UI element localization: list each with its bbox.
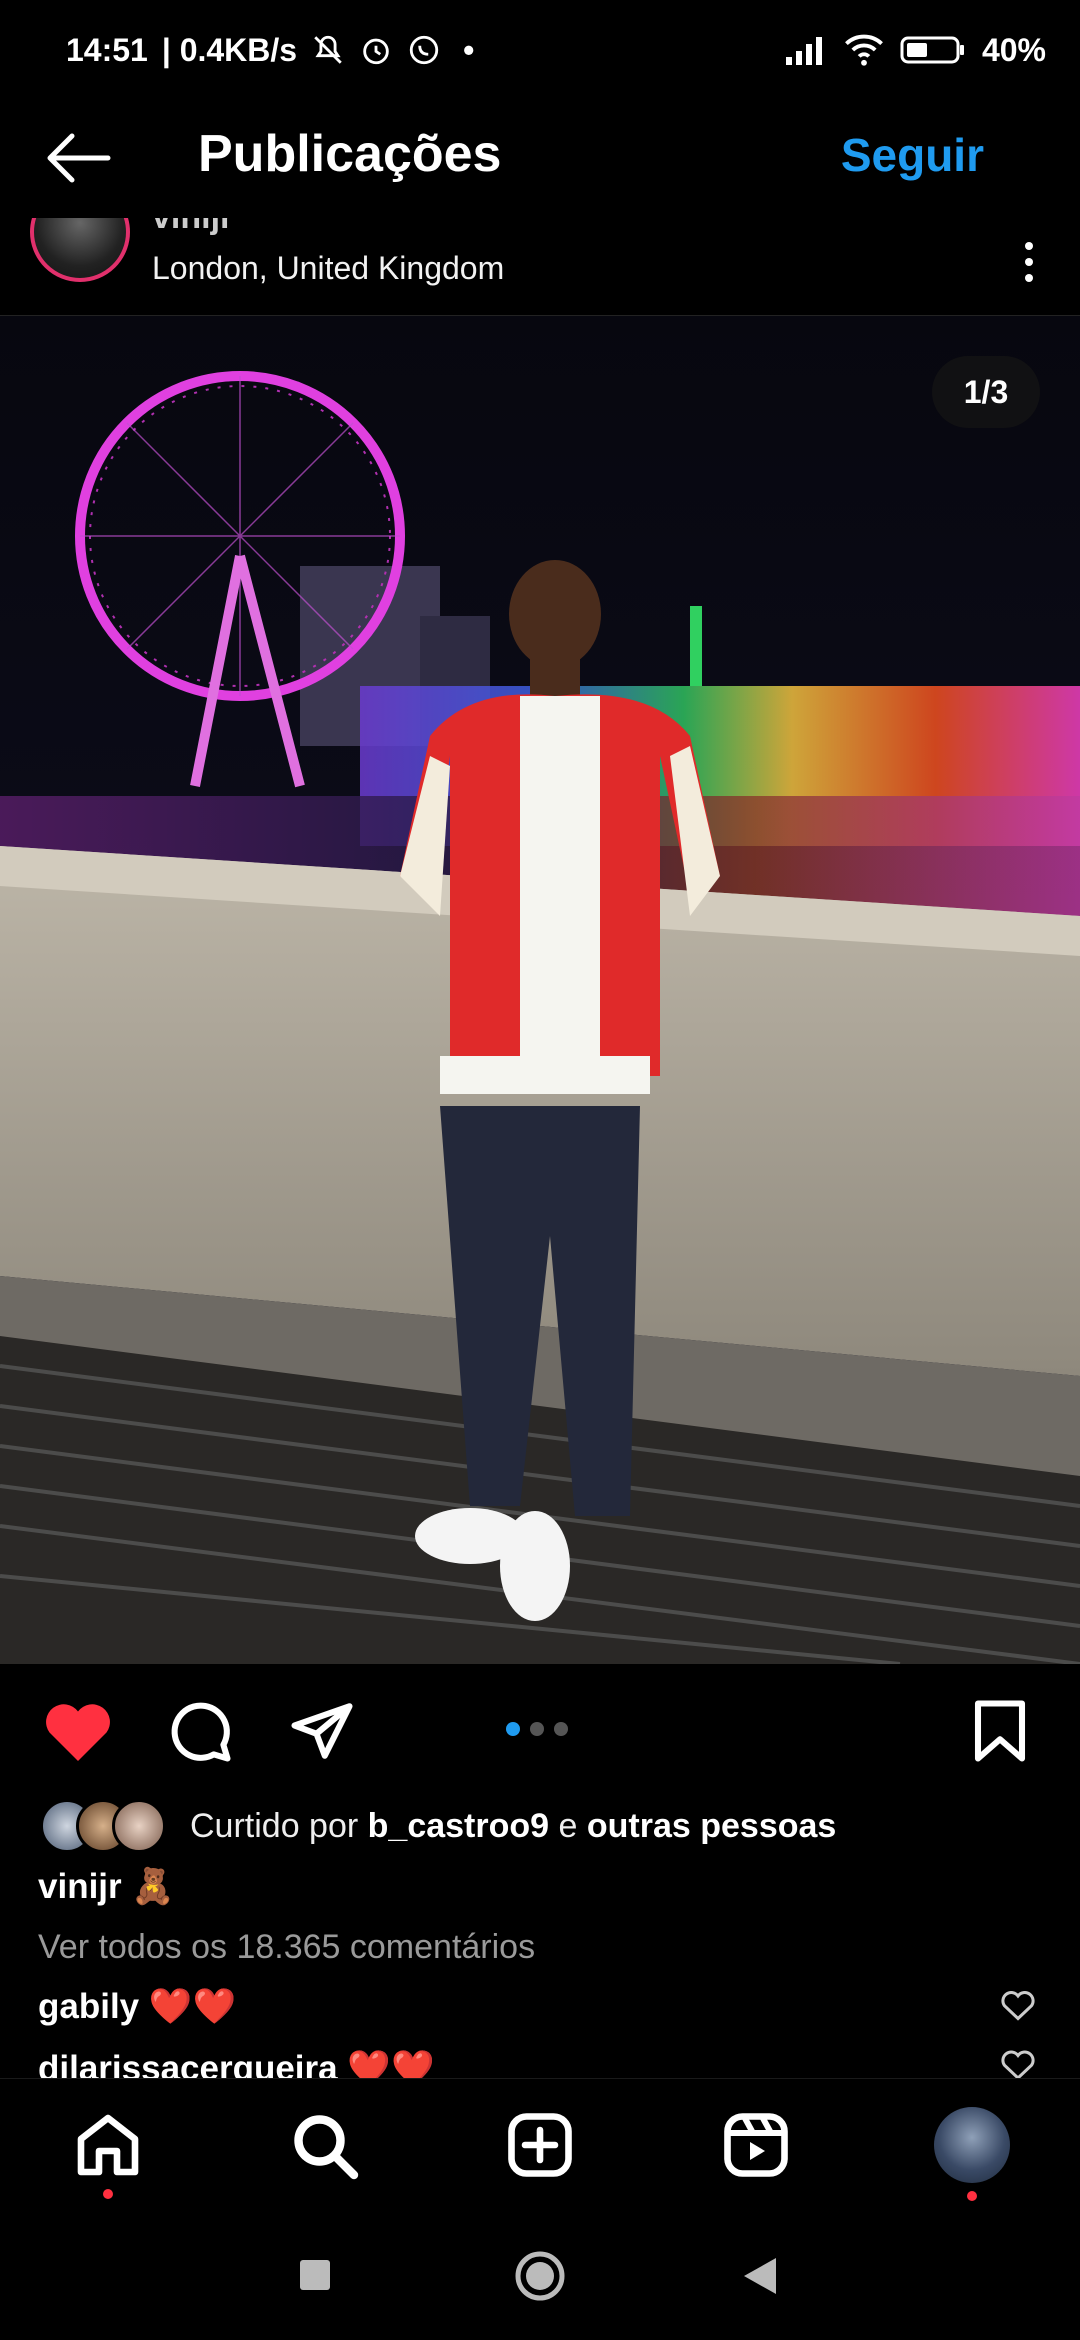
view-all-comments[interactable]: Ver todos os 18.365 comentários [38,1928,535,1967]
caption-username[interactable]: vinijr [38,1867,122,1906]
bookmark-icon[interactable] [970,1698,1030,1764]
home-notification-dot [103,2189,113,2199]
network-speed: | 0.4KB/s [161,31,298,68]
post-header: vinijr London, United Kingdom [0,218,1080,316]
comment-item: dilarissacerqueira ❤️❤️ [38,2048,435,2080]
carousel-dot-active [506,1722,520,1736]
carousel-dot [554,1722,568,1736]
alarm-icon [363,38,389,65]
comment-text: ❤️❤️ [148,1987,237,2026]
comment-username[interactable]: dilarissacerqueira [38,2049,338,2080]
post-caption: vinijr 🧸 [38,1866,175,1907]
likes-row[interactable]: Curtido por b_castroo9 e outras pessoas [40,1796,836,1856]
profile-notification-dot [967,2191,977,2201]
create-icon[interactable] [504,2109,576,2181]
likes-user[interactable]: b_castroo9 [368,1807,549,1845]
caption-text: 🧸 [131,1867,175,1906]
profile-icon[interactable] [934,2107,1010,2183]
back-arrow-icon[interactable] [42,128,112,188]
follow-button[interactable]: Seguir [841,128,984,182]
page-title: Publicações [198,125,502,183]
comment-like-icon[interactable] [1000,1988,1036,2022]
battery-icon [900,36,964,64]
comment-item: gabily ❤️❤️ [38,1986,236,2027]
battery-percent: 40% [981,31,1046,68]
post-actions [0,1664,1080,1792]
notification-dot: • [463,31,475,68]
reels-icon[interactable] [720,2109,792,2181]
status-bar: 14:51 | 0.4KB/s • 40% [0,0,1080,100]
signal-icon [785,37,822,65]
app-bar: Publicações Seguir [0,100,1080,218]
back-button-icon[interactable] [742,2256,778,2296]
likes-prefix: Curtido por [190,1806,359,1845]
comment-icon[interactable] [164,1698,236,1764]
wifi-icon [845,34,883,66]
comment-text: ❤️❤️ [347,2049,435,2080]
carousel-indicator [506,1722,568,1736]
recents-icon[interactable] [298,2258,332,2292]
home-button-icon[interactable] [512,2248,568,2304]
whatsapp-icon [409,35,439,65]
clock: 14:51 [66,31,148,68]
mute-icon [314,35,342,64]
more-icon[interactable] [1022,240,1036,284]
carousel-counter: 1/3 [932,356,1040,428]
london-eye-photo [0,316,1080,1664]
liker-avatar [112,1799,166,1853]
post-photo[interactable]: 1/3 [0,316,1080,1664]
author-username[interactable]: vinijr [152,218,233,237]
heart-icon[interactable] [42,1698,114,1764]
comment-like-icon[interactable] [1000,2048,1036,2078]
author-avatar[interactable] [30,218,130,282]
comment-username[interactable]: gabily [38,1987,139,2026]
post-location[interactable]: London, United Kingdom [152,250,504,287]
share-icon[interactable] [286,1698,358,1764]
system-nav-bar [0,2208,1080,2340]
bottom-nav [0,2078,1080,2208]
home-icon[interactable] [72,2109,144,2181]
likes-joiner: e [558,1806,578,1845]
search-icon[interactable] [288,2109,360,2181]
carousel-dot [530,1722,544,1736]
likes-others[interactable]: outras pessoas [587,1807,836,1845]
likes-text: Curtido por b_castroo9 e outras pessoas [190,1807,836,1846]
